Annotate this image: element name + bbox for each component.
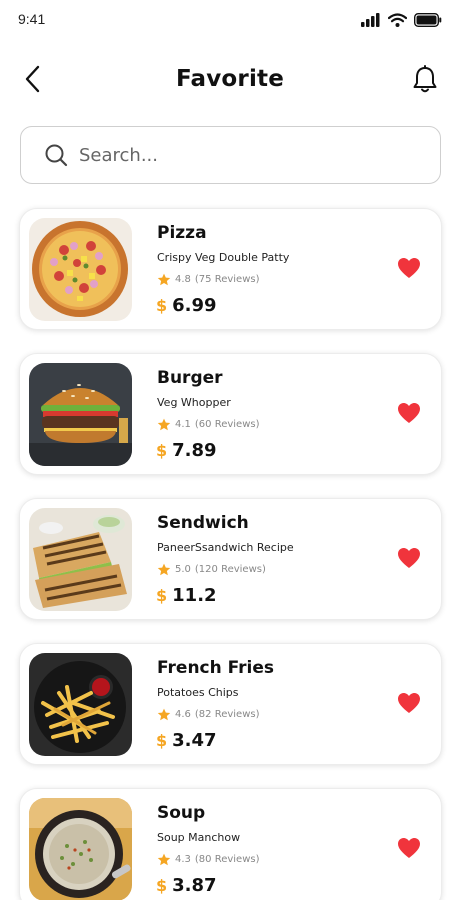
food-description: PaneerSsandwich Recipe xyxy=(157,541,294,554)
notification-button[interactable] xyxy=(410,64,440,94)
rating-value: 4.6 xyxy=(175,709,191,720)
price-currency: $ xyxy=(156,296,168,315)
food-rating: 5.0 (120 Reviews) xyxy=(157,563,266,576)
price-value: 3.47 xyxy=(172,730,217,751)
page-title: Favorite xyxy=(175,66,285,92)
price-value: 6.99 xyxy=(172,295,217,316)
food-price: $ 3.87 xyxy=(156,875,217,896)
heart-icon xyxy=(398,693,420,713)
food-rating: 4.1 (60 Reviews) xyxy=(157,418,260,431)
bell-icon xyxy=(413,65,437,93)
food-price: $ 6.99 xyxy=(156,295,217,316)
favorite-list: Pizza Crispy Veg Double Patty 4.8 (75 Re… xyxy=(19,208,442,900)
status-bar: 9:41 xyxy=(0,0,460,40)
search-box[interactable] xyxy=(20,126,441,184)
star-icon xyxy=(157,853,171,866)
rating-value: 4.3 xyxy=(175,854,191,865)
price-currency: $ xyxy=(156,731,168,750)
food-name: French Fries xyxy=(157,658,275,678)
favorite-button[interactable] xyxy=(397,692,423,716)
food-image-sandwich xyxy=(29,508,132,611)
star-icon xyxy=(157,563,171,576)
search-icon xyxy=(43,142,69,168)
status-time: 9:41 xyxy=(18,11,46,27)
food-description: Potatoes Chips xyxy=(157,686,239,699)
price-currency: $ xyxy=(156,586,168,605)
favorite-button[interactable] xyxy=(397,402,423,426)
food-description: Soup Manchow xyxy=(157,831,241,844)
favorite-button[interactable] xyxy=(397,837,423,861)
signal-icon xyxy=(361,12,381,31)
review-count: (82 Reviews) xyxy=(194,709,260,720)
review-count: (75 Reviews) xyxy=(194,274,260,285)
search-input[interactable] xyxy=(79,144,379,166)
food-price: $ 7.89 xyxy=(156,440,217,461)
food-card-french-fries[interactable]: French Fries Potatoes Chips 4.6 (82 Revi… xyxy=(19,643,442,765)
food-price: $ 3.47 xyxy=(156,730,217,751)
price-value: 7.89 xyxy=(172,440,217,461)
star-icon xyxy=(157,708,171,721)
food-card-burger[interactable]: Burger Veg Whopper 4.1 (60 Reviews) $ 7.… xyxy=(19,353,442,475)
food-image-pizza xyxy=(29,218,132,321)
food-card-pizza[interactable]: Pizza Crispy Veg Double Patty 4.8 (75 Re… xyxy=(19,208,442,330)
rating-value: 4.1 xyxy=(175,419,191,430)
heart-icon xyxy=(398,548,420,568)
wifi-icon xyxy=(387,12,408,31)
food-rating: 4.6 (82 Reviews) xyxy=(157,708,260,721)
food-name: Sendwich xyxy=(157,513,249,533)
price-value: 11.2 xyxy=(172,585,217,606)
header: Favorite xyxy=(0,56,460,104)
favorite-screen: 9:41 Favorite Search... Pizza Crispy Veg… xyxy=(0,0,460,900)
rating-value: 4.8 xyxy=(175,274,191,285)
favorite-button[interactable] xyxy=(397,547,423,571)
price-value: 3.87 xyxy=(172,875,217,896)
star-icon xyxy=(157,273,171,286)
favorite-button[interactable] xyxy=(397,257,423,281)
food-name: Burger xyxy=(157,368,223,388)
food-card-soup[interactable]: Soup Soup Manchow 4.3 (80 Reviews) $ 3.8… xyxy=(19,788,442,900)
review-count: (60 Reviews) xyxy=(194,419,260,430)
food-image-french-fries xyxy=(29,653,132,756)
food-card-sandwich[interactable]: Sendwich PaneerSsandwich Recipe 5.0 (120… xyxy=(19,498,442,620)
battery-icon xyxy=(413,12,442,31)
heart-icon xyxy=(398,403,420,423)
heart-icon xyxy=(398,258,420,278)
rating-value: 5.0 xyxy=(175,564,191,575)
food-rating: 4.3 (80 Reviews) xyxy=(157,853,260,866)
food-description: Veg Whopper xyxy=(157,396,231,409)
food-rating: 4.8 (75 Reviews) xyxy=(157,273,260,286)
price-currency: $ xyxy=(156,441,168,460)
food-image-soup xyxy=(29,798,132,900)
food-name: Pizza xyxy=(157,223,207,243)
heart-icon xyxy=(398,838,420,858)
price-currency: $ xyxy=(156,876,168,895)
star-icon xyxy=(157,418,171,431)
review-count: (80 Reviews) xyxy=(194,854,260,865)
food-description: Crispy Veg Double Patty xyxy=(157,251,290,264)
food-name: Soup xyxy=(157,803,206,823)
food-price: $ 11.2 xyxy=(156,585,217,606)
food-image-burger xyxy=(29,363,132,466)
status-icons xyxy=(361,12,442,31)
review-count: (120 Reviews) xyxy=(194,564,266,575)
